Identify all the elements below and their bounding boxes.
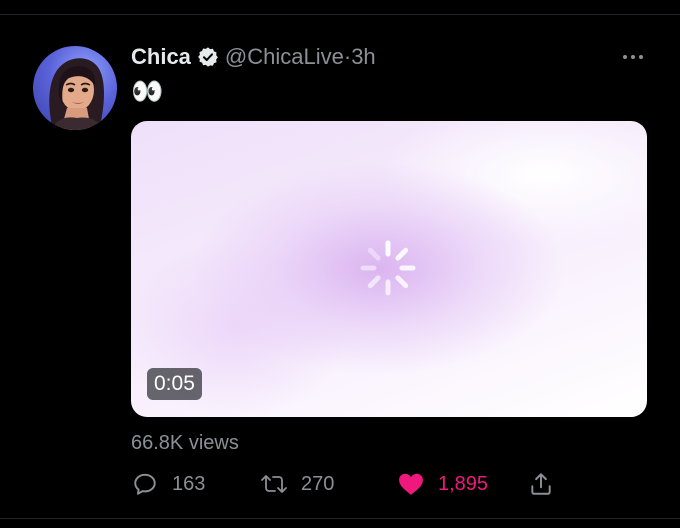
share-upload-icon [527,470,555,498]
tweet-header: Chica @ChicaLive · 3h [131,42,376,72]
like-count: 1,895 [438,472,489,495]
reply-button[interactable]: 163 [131,468,205,500]
retweet-button[interactable]: 270 [260,468,334,500]
share-button[interactable] [527,468,555,500]
bottom-divider [0,518,680,519]
retweet-icon [260,470,288,498]
reply-bubble-icon [131,470,159,498]
loading-spinner-icon [360,240,416,296]
author-handle[interactable]: @ChicaLive [225,44,344,70]
retweet-count: 270 [301,472,335,495]
video-duration-badge: 0:05 [147,368,202,400]
author-name[interactable]: Chica [131,44,191,70]
more-dots-icon[interactable] [620,44,646,70]
tweet-timestamp[interactable]: 3h [351,44,375,70]
top-divider [0,14,680,15]
avatar-portrait [49,58,104,130]
heart-filled-icon [397,470,425,498]
header-separator: · [343,44,352,69]
verified-badge-icon [197,46,219,68]
view-count[interactable]: 66.8K views [131,432,239,455]
video-player[interactable]: 0:05 [131,121,647,417]
tweet-text: 👀 [131,76,164,106]
tweet-action-bar: 163 270 1,895 [131,468,561,500]
like-button[interactable]: 1,895 [397,468,488,500]
reply-count: 163 [172,472,206,495]
avatar[interactable] [33,46,117,130]
